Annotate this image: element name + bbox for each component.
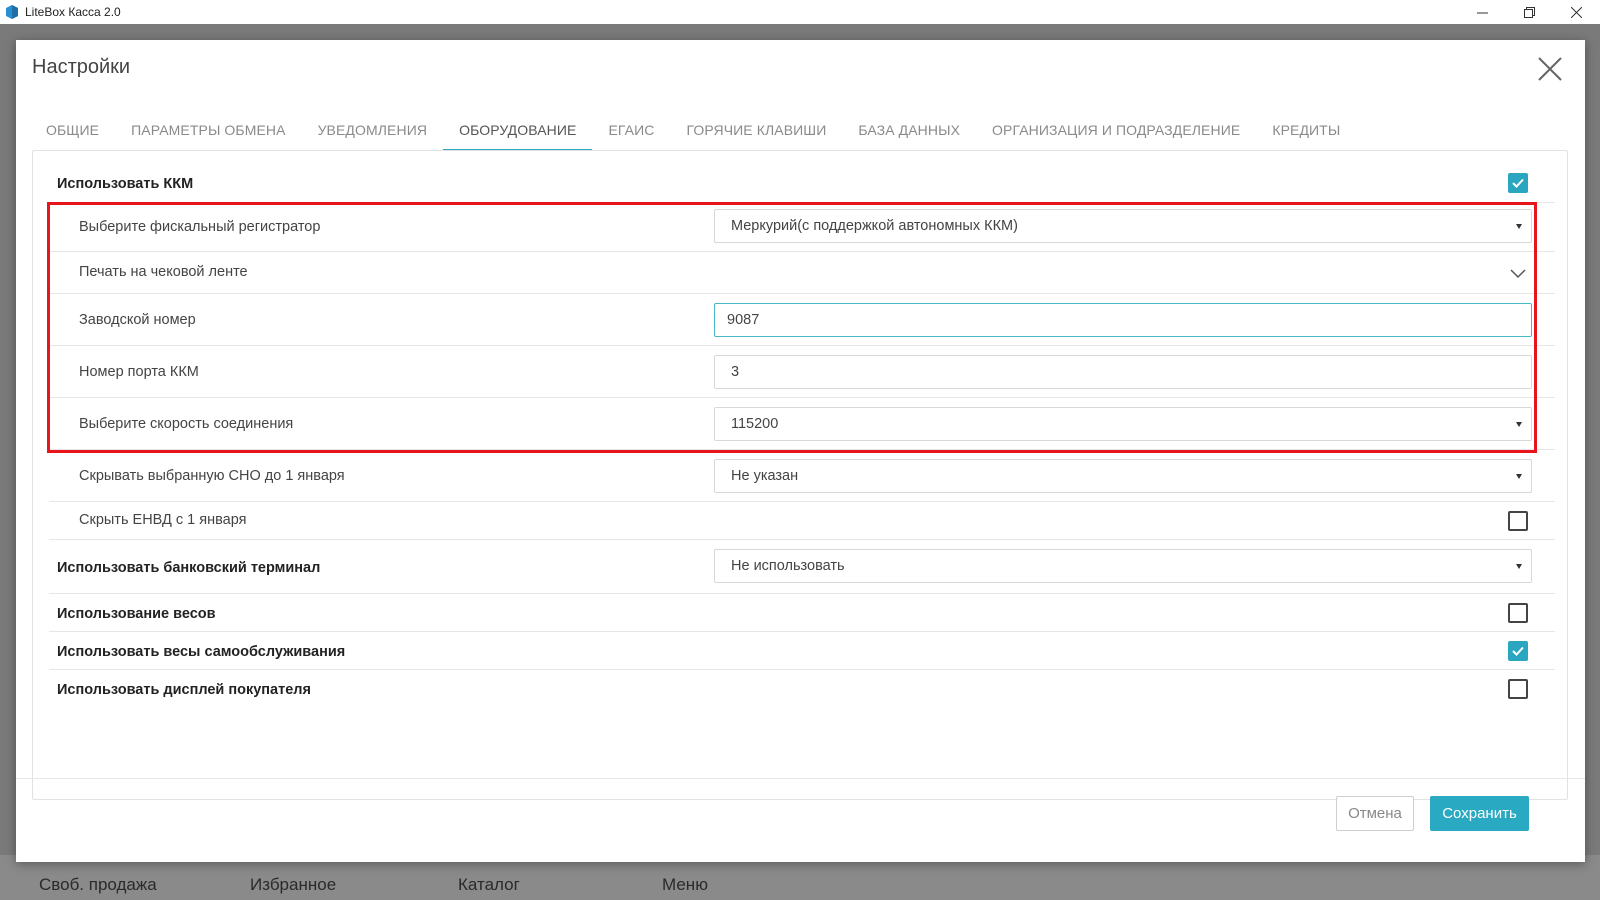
connection-speed-select[interactable]: 115200 bbox=[714, 407, 1532, 441]
fiscal-registrar-select[interactable]: Меркурий(с поддержкой автономных ККМ) bbox=[714, 209, 1532, 243]
nav-item-favorites: Избранное bbox=[250, 875, 337, 894]
hide-sno-select[interactable]: Не указан bbox=[714, 459, 1532, 493]
use-scales-checkbox[interactable] bbox=[1508, 603, 1528, 623]
close-icon[interactable] bbox=[1553, 0, 1600, 24]
setting-row-serial-number: Заводской номер bbox=[49, 294, 1555, 346]
save-button[interactable]: Сохранить bbox=[1430, 796, 1529, 831]
tab-equipment[interactable]: ОБОРУДОВАНИЕ bbox=[443, 100, 593, 152]
hide-sno-value: Не указан bbox=[731, 468, 799, 484]
tab-hotkeys[interactable]: ГОРЯЧИЕ КЛАВИШИ bbox=[670, 100, 842, 152]
tab-credits[interactable]: КРЕДИТЫ bbox=[1256, 100, 1356, 152]
dialog-title: Настройки bbox=[32, 56, 131, 78]
dialog-footer: Отмена Сохранить bbox=[16, 778, 1585, 862]
setting-row-hide-envd: Скрыть ЕНВД с 1 января bbox=[49, 502, 1555, 540]
setting-row-connection-speed: Выберите скорость соединения 115200 bbox=[49, 398, 1555, 450]
customer-display-label: Использовать дисплей покупателя bbox=[57, 682, 311, 698]
window-titlebar: LiteBox Касса 2.0 bbox=[0, 0, 1600, 24]
tab-egais[interactable]: ЕГАИС bbox=[592, 100, 670, 152]
setting-row-use-kkm: Использовать ККМ bbox=[49, 163, 1555, 203]
tab-exchange-params[interactable]: ПАРАМЕТРЫ ОБМЕНА bbox=[115, 100, 301, 152]
setting-row-self-service-scales: Использовать весы самообслуживания bbox=[49, 632, 1555, 670]
dropdown-arrow-icon bbox=[1516, 224, 1522, 229]
setting-row-print-on-tape: Печать на чековой ленте bbox=[49, 252, 1555, 294]
serial-number-label: Заводской номер bbox=[79, 312, 196, 328]
tab-organization[interactable]: ОРГАНИЗАЦИЯ И ПОДРАЗДЕЛЕНИЕ bbox=[976, 100, 1256, 152]
print-on-tape-label: Печать на чековой ленте bbox=[79, 264, 248, 280]
connection-speed-label: Выберите скорость соединения bbox=[79, 416, 294, 432]
bank-terminal-select[interactable]: Не использовать bbox=[714, 549, 1532, 583]
tab-notifications[interactable]: УВЕДОМЛЕНИЯ bbox=[302, 100, 444, 152]
bank-terminal-value: Не использовать bbox=[731, 558, 845, 574]
nav-item-menu: Меню bbox=[662, 875, 708, 894]
setting-row-port-number: Номер порта ККМ bbox=[49, 346, 1555, 398]
customer-display-checkbox[interactable] bbox=[1508, 679, 1528, 699]
window-controls bbox=[1459, 0, 1600, 24]
setting-row-bank-terminal: Использовать банковский терминал Не испо… bbox=[49, 540, 1555, 594]
fiscal-registrar-label: Выберите фискальный регистратор bbox=[79, 219, 321, 235]
nav-item-free-sale: Своб. продажа bbox=[39, 875, 157, 894]
port-number-input[interactable] bbox=[714, 355, 1532, 389]
use-scales-label: Использование весов bbox=[57, 606, 216, 622]
connection-speed-value: 115200 bbox=[731, 416, 779, 432]
fiscal-registrar-value: Меркурий(с поддержкой автономных ККМ) bbox=[731, 218, 1018, 234]
port-number-label: Номер порта ККМ bbox=[79, 364, 199, 380]
self-service-scales-checkbox[interactable] bbox=[1508, 641, 1528, 661]
hide-sno-label: Скрывать выбранную СНО до 1 января bbox=[79, 468, 345, 484]
equipment-settings-panel: Использовать ККМ Выберите фискальный рег… bbox=[32, 150, 1568, 800]
dropdown-arrow-icon bbox=[1516, 564, 1522, 569]
minimize-icon[interactable] bbox=[1459, 0, 1506, 24]
tab-database[interactable]: БАЗА ДАННЫХ bbox=[842, 100, 976, 152]
cancel-button[interactable]: Отмена bbox=[1336, 796, 1414, 831]
dialog-header: Настройки bbox=[16, 40, 1585, 100]
self-service-scales-label: Использовать весы самообслуживания bbox=[57, 644, 346, 660]
app-logo-icon bbox=[6, 5, 18, 19]
setting-row-customer-display: Использовать дисплей покупателя bbox=[49, 670, 1555, 708]
dropdown-arrow-icon bbox=[1516, 422, 1522, 427]
settings-tabs: ОБЩИЕ ПАРАМЕТРЫ ОБМЕНА УВЕДОМЛЕНИЯ ОБОРУ… bbox=[16, 100, 1585, 152]
use-kkm-label: Использовать ККМ bbox=[57, 176, 194, 192]
settings-dialog: Настройки ОБЩИЕ ПАРАМЕТРЫ ОБМЕНА УВЕДОМЛ… bbox=[16, 40, 1585, 862]
bank-terminal-label: Использовать банковский терминал bbox=[57, 560, 321, 576]
restore-icon[interactable] bbox=[1506, 0, 1553, 24]
chevron-down-icon[interactable] bbox=[1509, 268, 1527, 280]
setting-row-hide-sno: Скрывать выбранную СНО до 1 января Не ук… bbox=[49, 450, 1555, 502]
serial-number-input[interactable] bbox=[714, 303, 1532, 337]
hide-envd-checkbox[interactable] bbox=[1508, 511, 1528, 531]
hide-envd-label: Скрыть ЕНВД с 1 января bbox=[79, 512, 247, 528]
window-title: LiteBox Касса 2.0 bbox=[25, 5, 121, 19]
setting-row-use-scales: Использование весов bbox=[49, 594, 1555, 632]
tab-general[interactable]: ОБЩИЕ bbox=[30, 100, 115, 152]
dropdown-arrow-icon bbox=[1516, 474, 1522, 479]
use-kkm-checkbox[interactable] bbox=[1508, 173, 1528, 193]
nav-item-catalog: Каталог bbox=[458, 875, 520, 894]
close-icon[interactable] bbox=[1535, 54, 1565, 84]
setting-row-fiscal-registrar: Выберите фискальный регистратор Меркурий… bbox=[49, 203, 1555, 252]
